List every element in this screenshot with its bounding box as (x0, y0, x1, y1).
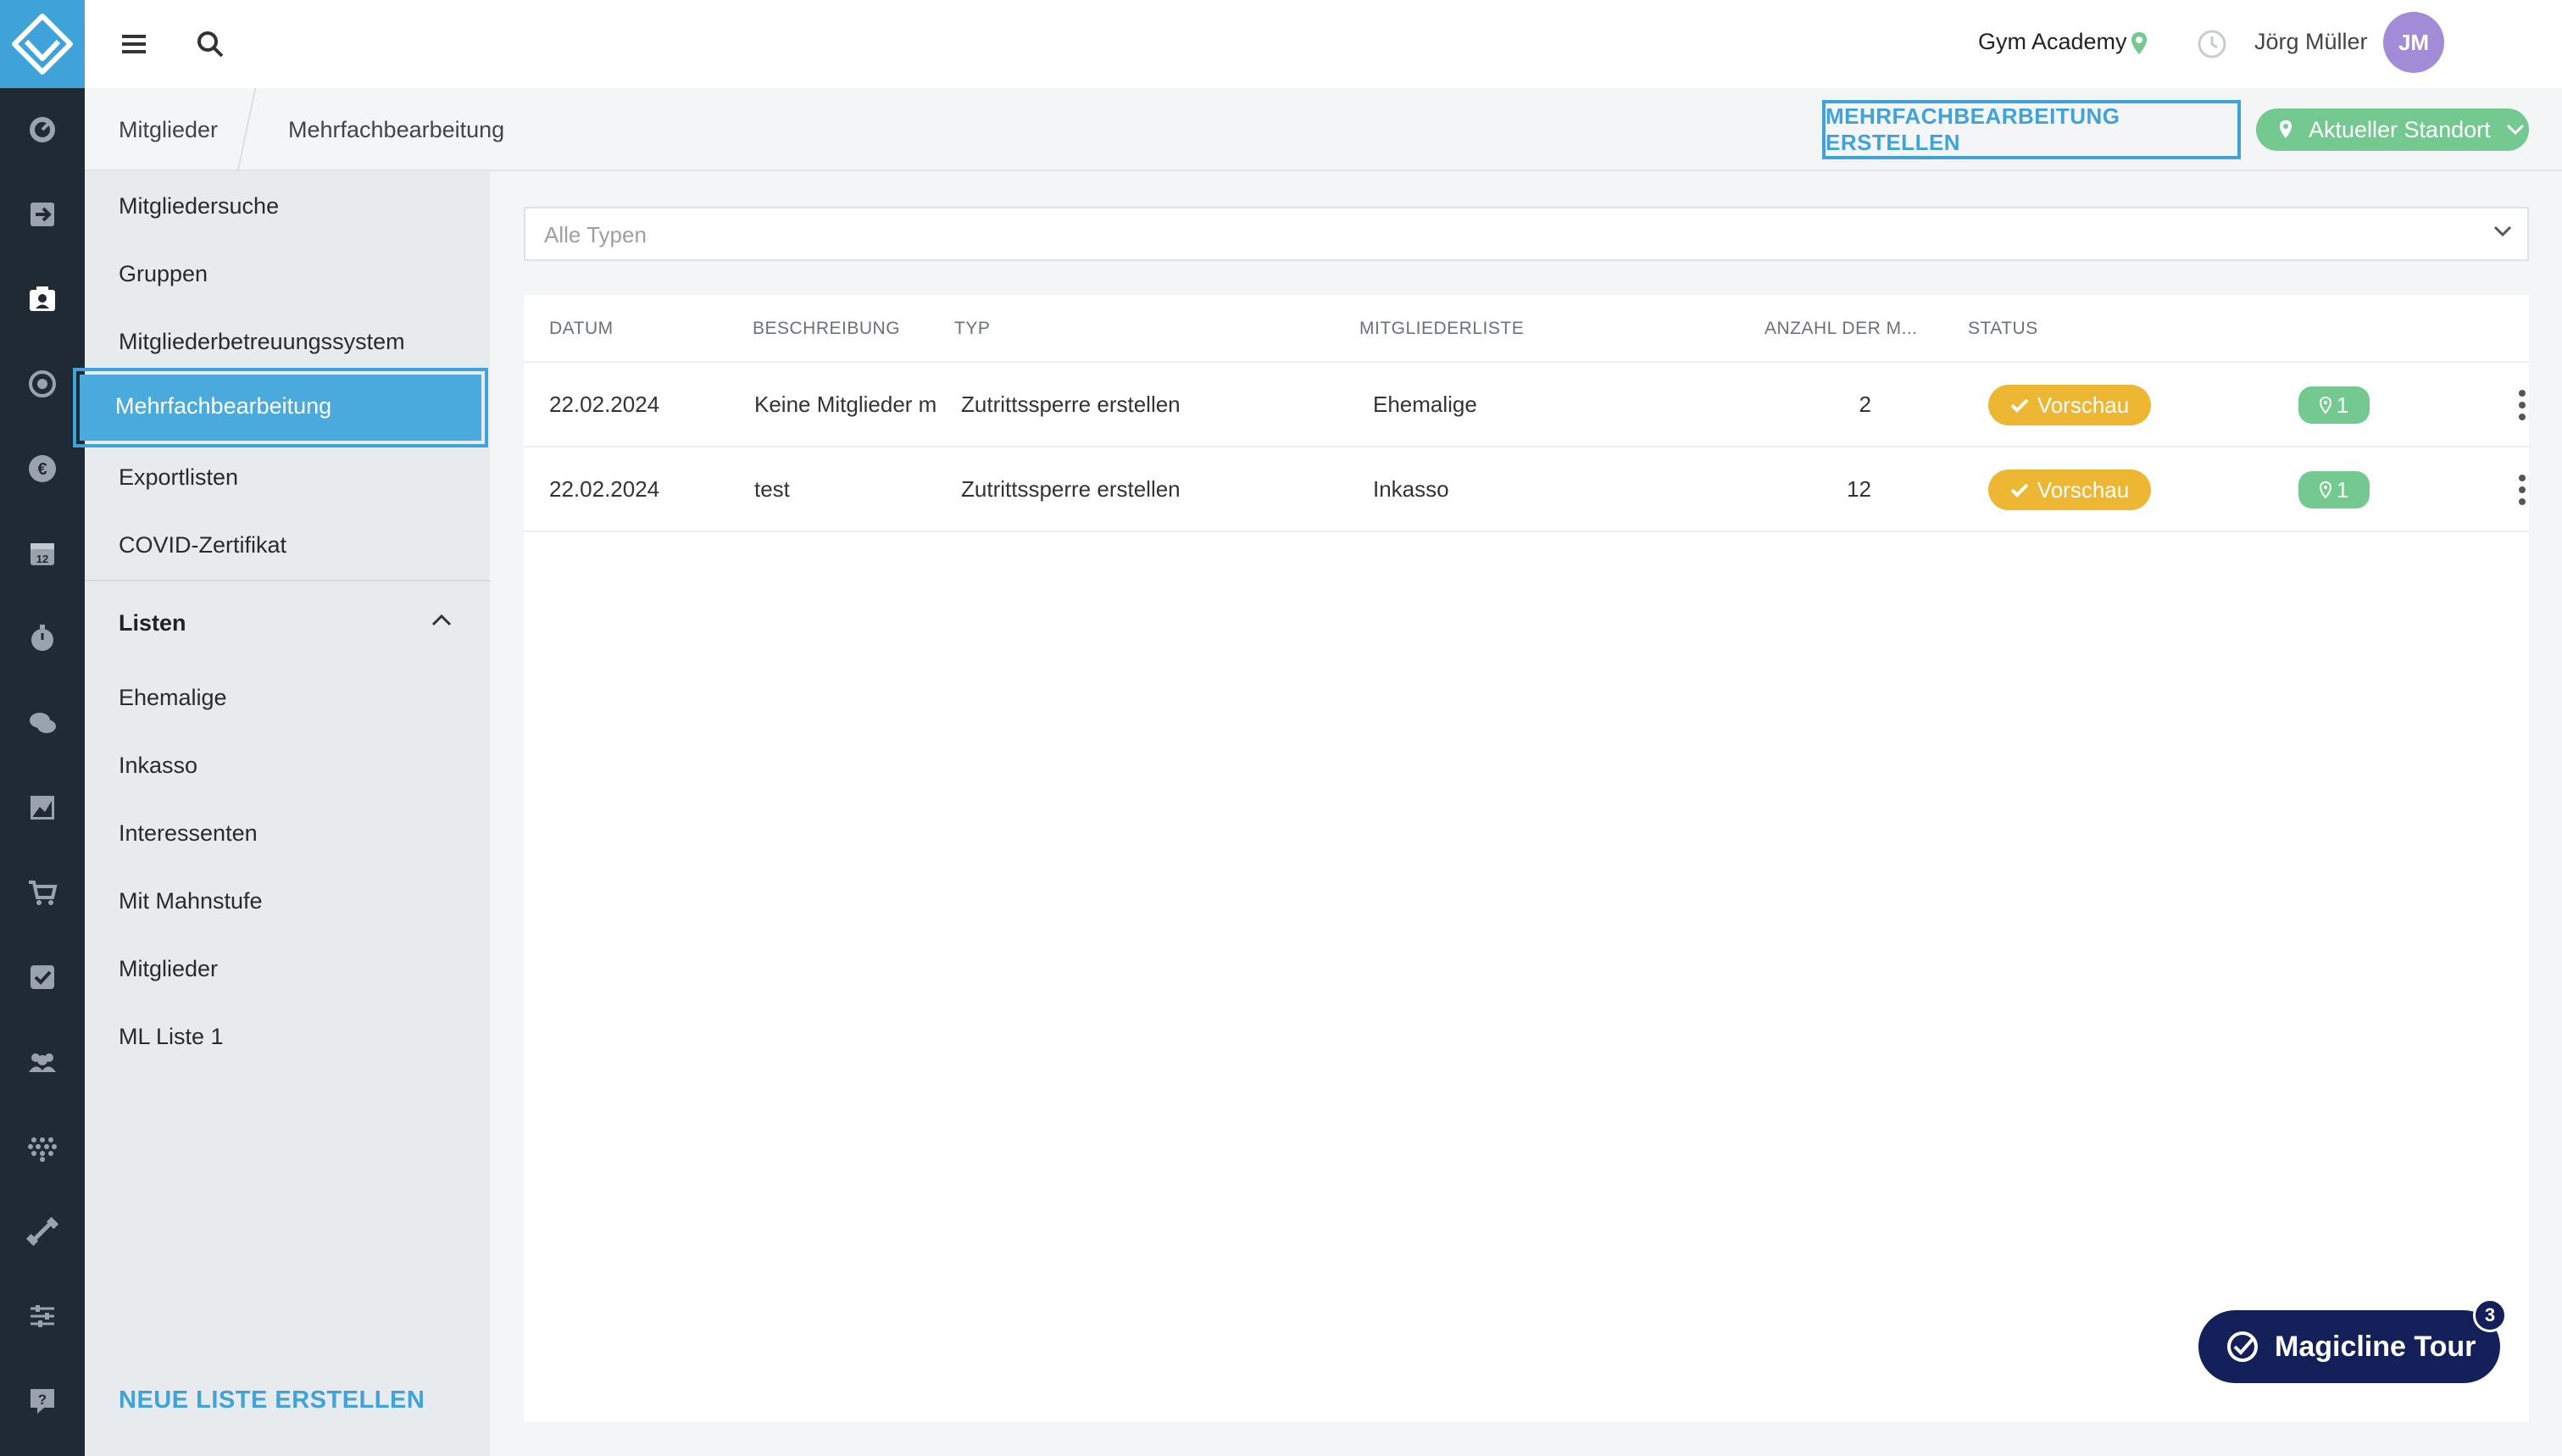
lists-heading[interactable]: Listen (119, 610, 186, 636)
finance-icon[interactable]: € (21, 447, 64, 490)
members-sidebar: Mitgliedersuche Gruppen Mitgliederbetreu… (73, 171, 490, 1456)
row-date: 22.02.2024 (549, 392, 660, 417)
type-filter-placeholder: Alle Typen (544, 222, 647, 247)
timer-icon[interactable] (21, 617, 64, 659)
sidebar-divider (85, 580, 490, 581)
row-member-list: Ehemalige (1373, 392, 1477, 417)
avatar[interactable]: JM (2383, 12, 2444, 73)
tour-label: Magicline Tour (2275, 1330, 2476, 1363)
status-label: Vorschau (2037, 476, 2130, 503)
sidebar-item-covid[interactable]: COVID-Zertifikat (119, 532, 286, 559)
sidebar-item-member-search[interactable]: Mitgliedersuche (119, 193, 279, 220)
breadcrumb-root[interactable]: Mitglieder (119, 117, 218, 143)
chat-icon[interactable] (21, 702, 64, 744)
row-member-list: Inkasso (1373, 476, 1449, 502)
members-icon[interactable] (21, 278, 64, 320)
list-item-ehemalige[interactable]: Ehemalige (119, 685, 227, 711)
column-header-type[interactable]: TYP (954, 319, 990, 339)
check-circle-icon (2227, 1331, 2258, 1362)
list-item-interessenten[interactable]: Interessenten (119, 820, 258, 847)
sidebar-item-label: Mehrfachbearbeitung (115, 393, 332, 419)
dashboard-icon[interactable] (21, 108, 64, 151)
column-header-count[interactable]: ANZAHL DER M... (1765, 319, 1918, 339)
calendar-icon[interactable]: 12 (21, 532, 64, 575)
checkin-icon[interactable] (21, 193, 64, 236)
sidebar-item-bulk-edit[interactable]: Mehrfachbearbeitung (73, 368, 488, 447)
location-count: 1 (2336, 476, 2349, 503)
create-bulk-edit-button[interactable]: MEHRFACHBEARBEITUNG ERSTELLEN (1822, 100, 2241, 159)
search-icon[interactable] (193, 27, 227, 61)
row-menu-icon[interactable] (2514, 388, 2531, 422)
list-item-mahnstufe[interactable]: Mit Mahnstufe (119, 888, 263, 914)
location-count: 1 (2336, 392, 2349, 418)
config-icon[interactable] (21, 1295, 64, 1337)
check-icon (2010, 483, 2029, 497)
svg-text:?: ? (38, 1392, 47, 1408)
row-divider (524, 531, 2529, 532)
gym-location-name[interactable]: Gym Academy (1978, 29, 2127, 55)
tasks-icon[interactable] (21, 956, 64, 998)
row-type: Zutrittssperre erstellen (961, 476, 1181, 502)
shop-icon[interactable] (21, 871, 64, 914)
column-header-member-list[interactable]: MITGLIEDERLISTE (1359, 319, 1524, 339)
sidebar-item-export-lists[interactable]: Exportlisten (119, 464, 238, 491)
new-list-button[interactable]: NEUE LISTE ERSTELLEN (119, 1387, 425, 1414)
top-bar (85, 0, 2562, 88)
location-selector-button[interactable]: Aktueller Standort (2256, 108, 2529, 151)
chevron-up-icon[interactable] (431, 612, 453, 627)
main-content: Alle Typen DATUM BESCHREIBUNG TYP MITGLI… (490, 171, 2562, 1456)
app-logo[interactable] (0, 0, 85, 88)
sidebar-item-groups[interactable]: Gruppen (119, 261, 208, 287)
app-rail: € 12 ? (0, 0, 85, 1456)
devices-icon[interactable] (21, 1125, 64, 1168)
help-icon[interactable]: ? (21, 1380, 64, 1422)
location-pin-icon (2319, 481, 2331, 498)
settings-icon[interactable] (21, 363, 64, 405)
row-menu-icon[interactable] (2514, 473, 2531, 507)
row-divider (524, 446, 2529, 447)
status-badge: Vorschau (1988, 470, 2151, 510)
menu-icon[interactable] (119, 29, 149, 59)
location-pin-icon (2319, 397, 2331, 414)
logo-icon (12, 14, 73, 75)
column-header-status[interactable]: STATUS (1968, 319, 2038, 339)
svg-text:€: € (37, 460, 47, 479)
user-name[interactable]: Jörg Müller (2254, 29, 2368, 55)
row-description: test (754, 476, 790, 502)
column-header-date[interactable]: DATUM (549, 319, 614, 339)
breadcrumb-divider (236, 88, 257, 171)
analytics-icon[interactable] (21, 786, 64, 829)
location-count-badge[interactable]: 1 (2298, 471, 2370, 508)
training-icon[interactable] (21, 1210, 64, 1253)
location-pin-icon (2131, 32, 2147, 54)
chevron-down-icon (2506, 124, 2524, 136)
list-item-mitglieder[interactable]: Mitglieder (119, 956, 218, 982)
clock-icon[interactable] (2197, 29, 2227, 59)
breadcrumb: Mitglieder Mehrfachbearbeitung MEHRFACHB… (85, 88, 2562, 171)
location-count-badge[interactable]: 1 (2298, 386, 2370, 424)
sidebar-item-member-care[interactable]: Mitgliederbetreuungssystem (119, 329, 405, 355)
magicline-tour-button[interactable]: Magicline Tour (2198, 1310, 2500, 1383)
header-divider (524, 361, 2529, 363)
bulk-edit-table: DATUM BESCHREIBUNG TYP MITGLIEDERLISTE A… (524, 295, 2529, 1422)
list-item-ml-liste-1[interactable]: ML Liste 1 (119, 1024, 224, 1050)
row-count: 2 (1859, 392, 1871, 417)
svg-text:12: 12 (36, 553, 48, 565)
row-date: 22.02.2024 (549, 476, 660, 502)
tour-count-badge: 3 (2473, 1298, 2507, 1332)
breadcrumb-current: Mehrfachbearbeitung (288, 117, 505, 142)
chevron-down-icon (2493, 225, 2512, 237)
row-description: Keine Mitglieder m (754, 392, 937, 417)
row-count: 12 (1847, 476, 1871, 502)
groups-icon[interactable] (21, 1041, 64, 1083)
status-label: Vorschau (2037, 392, 2130, 418)
row-type: Zutrittssperre erstellen (961, 392, 1181, 417)
column-header-description[interactable]: BESCHREIBUNG (753, 319, 900, 339)
list-item-inkasso[interactable]: Inkasso (119, 753, 197, 779)
type-filter-select[interactable]: Alle Typen (524, 207, 2529, 261)
status-badge: Vorschau (1988, 385, 2151, 425)
location-selector-label: Aktueller Standort (2309, 116, 2491, 142)
location-pin-icon (2280, 120, 2292, 138)
check-icon (2010, 398, 2029, 413)
